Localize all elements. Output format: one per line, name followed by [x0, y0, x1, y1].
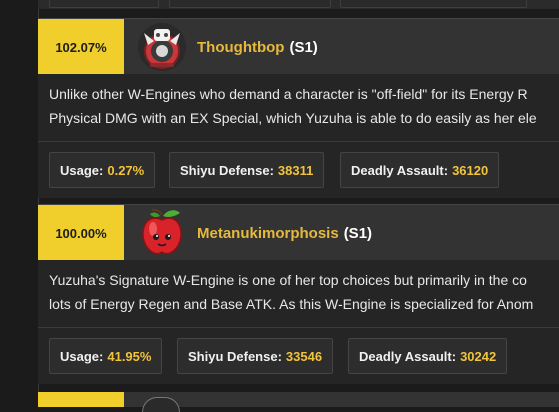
stat-value: 38311 [277, 162, 314, 178]
stat-label: Shiyu Defense: [188, 348, 282, 364]
usage-stat: Usage: 41.95% [49, 338, 163, 374]
description-line: Physical DMG with an EX Special, which Y… [49, 110, 537, 126]
percentage-badge: 100.00% [38, 205, 124, 261]
stat-value: 30242 [460, 348, 497, 364]
wengine-stats-row: Usage: 41.95% Shiyu Defense: 33546 Deadl… [38, 328, 559, 384]
percentage-badge: 102.07% [38, 19, 124, 75]
deadly-assault-stat: Deadly Assault: 30242 [348, 338, 508, 374]
previous-stat-pill [169, 0, 331, 8]
stat-label: Shiyu Defense: [180, 162, 274, 178]
wengine-description: Unlike other W-Engines who demand a char… [38, 74, 559, 142]
description-line: Yuzuha's Signature W-Engine is one of he… [49, 272, 527, 288]
next-wengine-icon [142, 397, 180, 412]
wengine-header[interactable]: 102.07% Thoughtbop (S1) [38, 18, 559, 75]
stat-value: 33546 [285, 348, 323, 364]
previous-stat-pill [49, 0, 159, 8]
wengine-rank: (S1) [343, 224, 373, 242]
shiyu-defense-stat: Shiyu Defense: 33546 [177, 338, 334, 374]
stat-value: 36120 [452, 162, 489, 178]
wengine-title: Metanukimorphosis (S1) [197, 205, 372, 261]
stat-value: 41.95% [107, 348, 152, 364]
usage-stat: Usage: 0.27% [49, 152, 156, 188]
deadly-assault-stat: Deadly Assault: 36120 [340, 152, 500, 188]
stat-label: Deadly Assault: [351, 162, 449, 178]
description-line: lots of Energy Regen and Base ATK. As th… [49, 296, 534, 312]
wengine-header[interactable]: 100.00% Metanukimorphosis (S1) [38, 204, 559, 261]
wengine-name[interactable]: Thoughtbop [197, 39, 284, 56]
wengine-rank: (S1) [289, 38, 318, 56]
wengine-name[interactable]: Metanukimorphosis [197, 225, 339, 242]
stat-label: Usage: [60, 348, 104, 364]
wengine-title: Thoughtbop (S1) [197, 19, 318, 75]
description-line: Unlike other W-Engines who demand a char… [49, 86, 528, 102]
previous-card-stats-row [38, 0, 559, 9]
shiyu-defense-stat: Shiyu Defense: 38311 [169, 152, 325, 188]
next-card-header [38, 392, 559, 412]
metanukimorphosis-apple-icon [136, 207, 188, 259]
previous-stat-pill [340, 0, 527, 8]
wengine-stats-row: Usage: 0.27% Shiyu Defense: 38311 Deadly… [38, 142, 559, 198]
wengine-description: Yuzuha's Signature W-Engine is one of he… [38, 260, 559, 328]
stat-label: Deadly Assault: [359, 348, 457, 364]
stat-value: 0.27% [107, 162, 145, 178]
next-percentage-badge [38, 392, 124, 407]
thoughtbop-wengine-icon [136, 21, 188, 73]
stat-label: Usage: [60, 162, 104, 178]
